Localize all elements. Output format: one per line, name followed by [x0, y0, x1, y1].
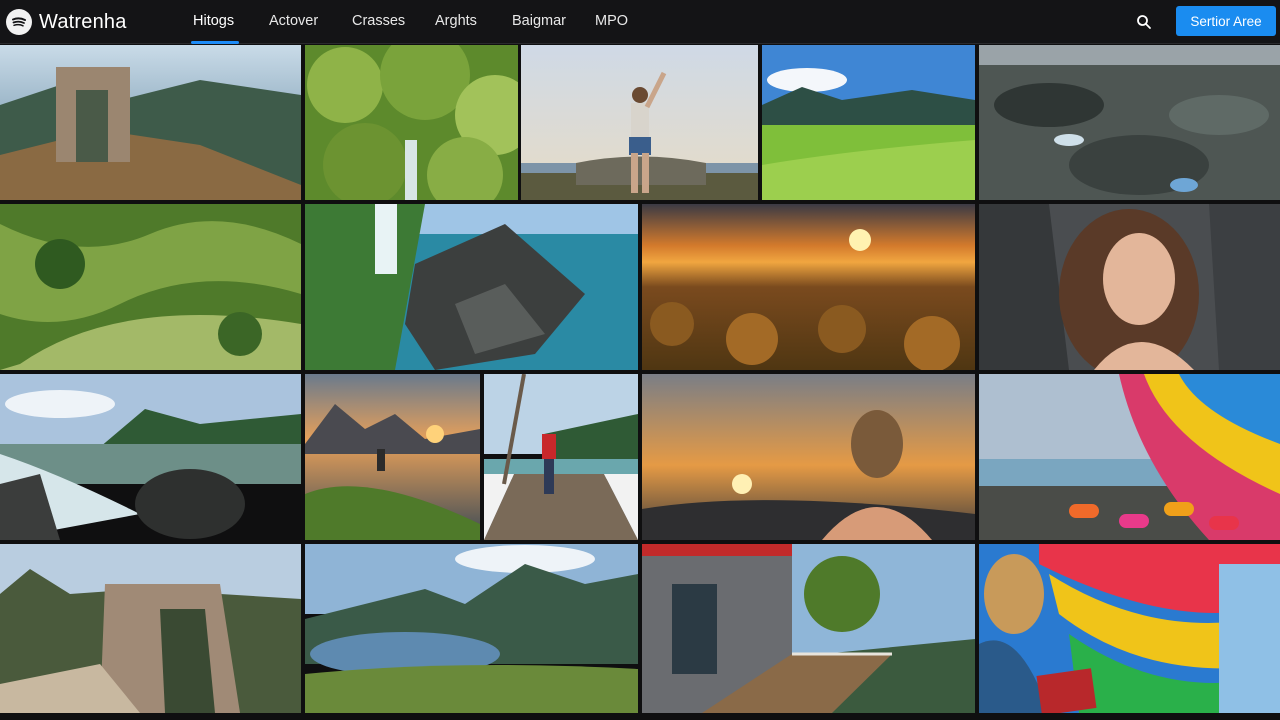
cta-button[interactable]: Sertior Aree [1176, 6, 1276, 36]
nav-tab-hitogs[interactable]: Hitogs [193, 0, 234, 44]
photo-tile[interactable] [521, 45, 758, 200]
photo-tile[interactable] [979, 204, 1280, 370]
nav-tab-actover[interactable]: Actover [269, 0, 318, 44]
photo-tile[interactable] [642, 374, 975, 540]
photo-tile[interactable] [0, 544, 301, 713]
photo-tile[interactable] [762, 45, 975, 200]
photo-tile[interactable] [305, 374, 480, 540]
photo-tile[interactable] [305, 544, 638, 713]
photo-tile[interactable] [979, 544, 1280, 713]
brand[interactable]: Watrenha [6, 8, 127, 36]
photo-tile[interactable] [642, 204, 975, 370]
nav-tab-mpo[interactable]: MPO [595, 0, 628, 44]
search-icon [1137, 15, 1151, 29]
photo-tile[interactable] [305, 204, 638, 370]
photo-tile[interactable] [0, 204, 301, 370]
search-button[interactable] [1133, 11, 1155, 33]
active-tab-indicator [191, 41, 239, 44]
photo-tile[interactable] [484, 374, 638, 540]
photo-tile[interactable] [979, 45, 1280, 200]
nav-tab-arghts[interactable]: Arghts [435, 0, 477, 44]
photo-tile[interactable] [642, 544, 975, 713]
nav-tab-crasses[interactable]: Crasses [352, 0, 405, 44]
photo-tile[interactable] [0, 45, 301, 200]
photo-tile[interactable] [0, 374, 301, 540]
photo-tile[interactable] [305, 45, 518, 200]
top-navigation-bar: Watrenha Hitogs Actover Crasses Arghts B… [0, 0, 1280, 44]
nav-tab-baigmar[interactable]: Baigmar [512, 0, 566, 44]
app-name: Watrenha [39, 10, 127, 33]
app-logo-icon [6, 9, 32, 35]
photo-tile[interactable] [979, 374, 1280, 540]
photo-gallery [0, 45, 1280, 720]
